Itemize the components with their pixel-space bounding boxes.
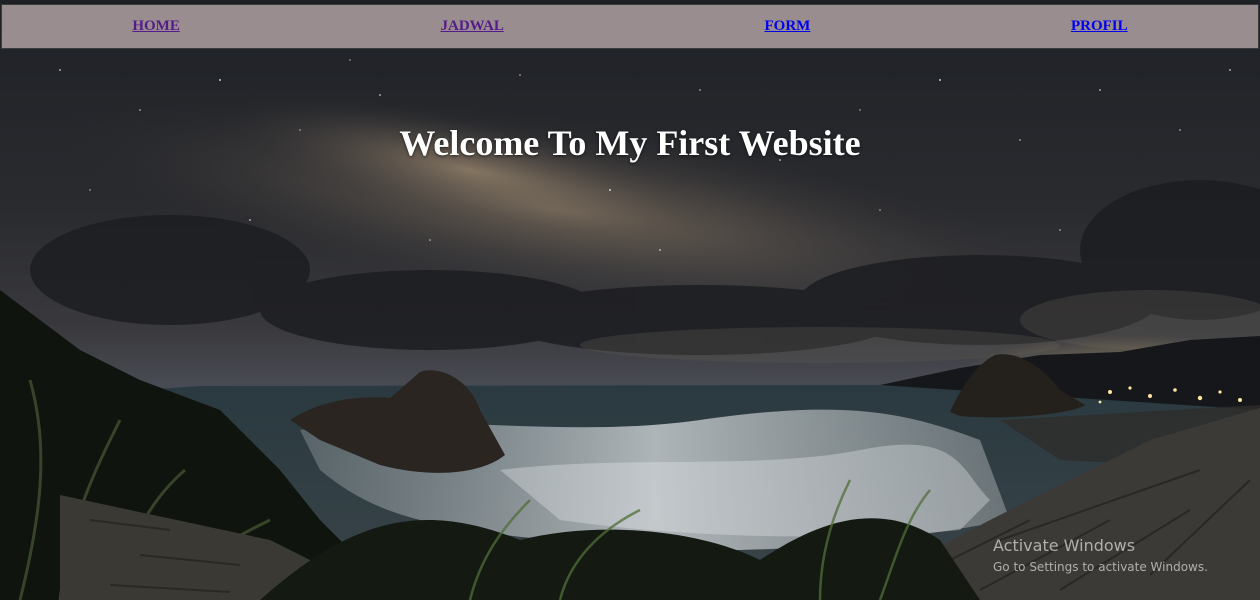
watermark-subtitle: Go to Settings to activate Windows. bbox=[993, 560, 1208, 574]
nav-link-form[interactable]: FORM bbox=[764, 18, 810, 35]
background-image-night-coast bbox=[0, 0, 1260, 600]
windows-activation-watermark: Activate Windows Go to Settings to activ… bbox=[993, 536, 1208, 578]
watermark-title: Activate Windows bbox=[993, 536, 1136, 555]
nav-link-profil[interactable]: PROFIL bbox=[1071, 18, 1128, 35]
page-title: Welcome To My First Website bbox=[399, 123, 861, 163]
nav-link-jadwal[interactable]: JADWAL bbox=[440, 18, 503, 35]
top-navbar: HOME JADWAL FORM PROFIL bbox=[1, 4, 1259, 49]
nav-link-home[interactable]: HOME bbox=[132, 18, 180, 35]
